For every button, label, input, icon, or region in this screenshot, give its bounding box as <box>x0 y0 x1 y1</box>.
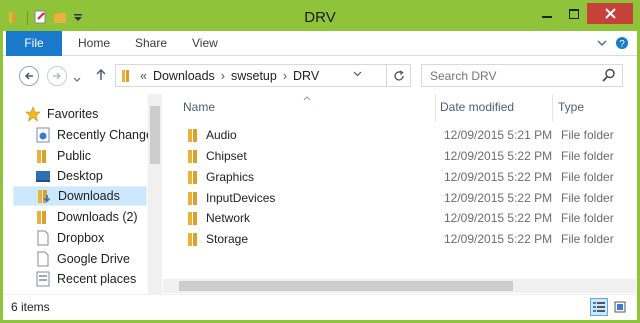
large-icons-view-icon <box>614 301 626 313</box>
file-icon <box>37 230 49 246</box>
view-switcher <box>590 298 629 316</box>
breadcrumb-downloads[interactable]: Downloads <box>153 69 215 83</box>
nav-item-dropbox[interactable]: Dropbox <box>35 228 163 248</box>
file-row-audio[interactable]: Audio 12/09/2015 5:21 PM File folder <box>183 125 637 145</box>
search-box[interactable] <box>421 64 623 87</box>
back-button[interactable] <box>19 66 39 86</box>
folder-icon <box>37 211 46 224</box>
folder-icon <box>188 129 197 142</box>
ribbon-tabs: File Home Share View ? <box>3 31 637 56</box>
back-arrow-icon <box>24 72 33 80</box>
star-icon <box>25 106 41 122</box>
search-input[interactable] <box>422 65 598 86</box>
file-row-chipset[interactable]: Chipset 12/09/2015 5:22 PM File folder <box>183 146 637 166</box>
horizontal-scrollbar-thumb[interactable] <box>179 281 513 291</box>
column-header-name[interactable]: Name <box>183 100 215 114</box>
address-history-dropdown[interactable] <box>353 69 362 80</box>
folder-icon <box>188 192 197 205</box>
folder-icon <box>188 233 197 246</box>
forward-button[interactable] <box>47 66 67 86</box>
desktop-icon <box>36 171 50 182</box>
nav-item-recent-places[interactable]: Recent places <box>35 269 163 289</box>
file-row-graphics[interactable]: Graphics 12/09/2015 5:22 PM File folder <box>183 167 637 187</box>
large-icons-view-button[interactable] <box>611 298 629 316</box>
up-button[interactable] <box>95 68 107 84</box>
column-header-type[interactable]: Type <box>558 100 584 114</box>
breadcrumb-swsetup[interactable]: swsetup <box>231 69 277 83</box>
file-row-inputdevices[interactable]: InputDevices 12/09/2015 5:22 PM File fol… <box>183 188 637 208</box>
nav-item-recently-changed[interactable]: Recently Change <box>35 125 163 145</box>
minimize-icon <box>541 15 552 18</box>
expand-ribbon-icon[interactable] <box>597 39 607 47</box>
nav-scrollbar-thumb[interactable] <box>150 106 160 164</box>
file-icon <box>37 251 49 267</box>
status-bar: 6 items <box>3 294 637 320</box>
recent-icon <box>36 127 50 143</box>
nav-item-public[interactable]: Public <box>35 146 163 166</box>
navigation-bar: « Downloads › swsetup › DRV <box>3 56 637 94</box>
details-view-icon <box>593 302 605 312</box>
navigation-pane: Favorites Recently Change Public Desktop… <box>3 94 163 294</box>
item-count: 6 items <box>11 300 50 314</box>
refresh-icon <box>393 69 404 81</box>
minimize-button[interactable] <box>533 3 560 24</box>
column-divider[interactable] <box>552 94 553 122</box>
breadcrumb-separator-icon: › <box>282 69 287 83</box>
sort-ascending-icon <box>303 96 311 101</box>
chevron-down-icon <box>73 77 81 82</box>
folder-icon <box>188 171 197 184</box>
column-header-date-modified[interactable]: Date modified <box>440 100 514 114</box>
nav-item-favorites[interactable]: Favorites <box>25 104 163 124</box>
recent-places-icon <box>36 271 50 287</box>
nav-item-downloads-2[interactable]: Downloads (2) <box>35 207 163 227</box>
downloads-icon <box>38 190 51 203</box>
close-icon <box>604 8 616 19</box>
maximize-icon <box>568 8 579 19</box>
explorer-window: DRV File Home Share View ? « Downloads ›… <box>3 3 637 320</box>
chevron-down-icon <box>353 71 362 77</box>
file-row-network[interactable]: Network 12/09/2015 5:22 PM File folder <box>183 208 637 228</box>
tab-view[interactable]: View <box>192 31 218 56</box>
folder-icon <box>188 150 197 163</box>
column-divider[interactable] <box>435 94 436 122</box>
up-arrow-icon <box>96 68 106 80</box>
file-row-storage[interactable]: Storage 12/09/2015 5:22 PM File folder <box>183 229 637 249</box>
tab-file[interactable]: File <box>6 31 62 56</box>
nav-item-downloads[interactable]: Downloads <box>13 186 147 206</box>
folder-icon <box>37 150 46 163</box>
svg-text:?: ? <box>619 39 625 50</box>
nav-item-desktop[interactable]: Desktop <box>35 166 163 186</box>
maximize-button[interactable] <box>560 3 587 24</box>
tab-share[interactable]: Share <box>135 31 167 56</box>
close-button[interactable] <box>587 3 633 24</box>
forward-arrow-icon <box>53 72 62 80</box>
details-view-button[interactable] <box>590 298 608 316</box>
recent-locations-dropdown[interactable] <box>73 72 81 86</box>
breadcrumb-separator-icon: › <box>220 69 225 83</box>
ribbon-controls: ? <box>597 36 629 50</box>
breadcrumb-drv[interactable]: DRV <box>293 69 319 83</box>
title-bar: DRV <box>3 3 637 31</box>
window-controls <box>533 3 633 24</box>
breadcrumb-overflow[interactable]: « <box>140 69 147 83</box>
address-bar[interactable]: « Downloads › swsetup › DRV <box>115 64 387 87</box>
file-list: Name Date modified Type Audio 12/09/2015… <box>163 94 637 294</box>
refresh-button[interactable] <box>387 64 411 87</box>
nav-item-google-drive[interactable]: Google Drive <box>35 249 163 269</box>
tab-home[interactable]: Home <box>78 31 110 56</box>
folder-icon <box>121 68 135 87</box>
help-icon[interactable]: ? <box>615 36 629 50</box>
search-icon[interactable] <box>602 68 616 85</box>
folder-icon <box>188 212 197 225</box>
